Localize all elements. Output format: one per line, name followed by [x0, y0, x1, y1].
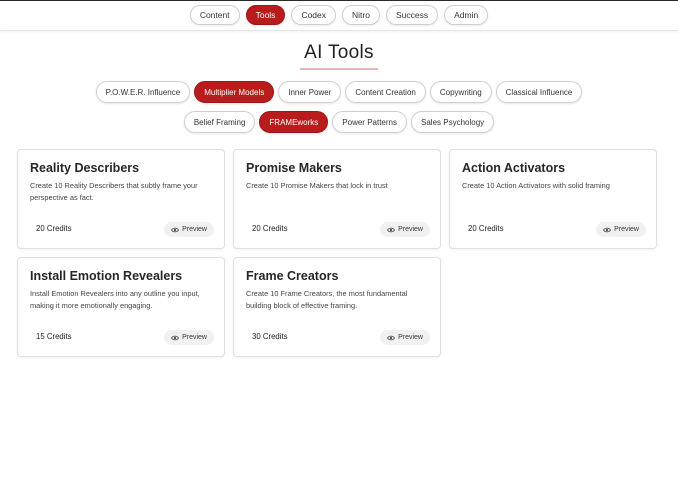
page-header: AI Tools [0, 42, 678, 70]
tool-card-promise-makers[interactable]: Promise Makers Create 10 Promise Makers … [233, 149, 441, 249]
card-credits: 20 Credits [36, 224, 72, 233]
preview-label: Preview [182, 334, 207, 341]
filter-classical-influence[interactable]: Classical Influence [495, 81, 583, 103]
card-title: Reality Describers [30, 161, 140, 175]
filter-inner-power[interactable]: Inner Power [278, 81, 342, 103]
card-title: Install Emotion Revealers [30, 269, 183, 283]
filter-power-patterns[interactable]: Power Patterns [332, 111, 407, 133]
preview-button[interactable]: Preview [380, 330, 430, 345]
tool-card-reality-describers[interactable]: Reality Describers Create 10 Reality Des… [17, 149, 225, 249]
filter-multiplier-models[interactable]: Multiplier Models [194, 81, 275, 103]
nav-content[interactable]: Content [189, 5, 240, 25]
nav-admin[interactable]: Admin [444, 5, 489, 25]
card-description: Create 10 Promise Makers that lock in tr… [246, 181, 388, 190]
filter-copywriting[interactable]: Copywriting [429, 81, 492, 103]
card-credits: 15 Credits [36, 332, 72, 341]
preview-button[interactable]: Preview [380, 222, 430, 237]
card-description: Create 10 Reality Describers that subtly… [30, 181, 198, 202]
tool-card-action-activators[interactable]: Action Activators Create 10 Action Activ… [449, 149, 657, 249]
card-title: Frame Creators [246, 269, 339, 283]
card-description: Create 10 Action Activators with solid f… [462, 181, 610, 190]
card-credits: 20 Credits [468, 224, 504, 233]
nav-nitro[interactable]: Nitro [342, 5, 380, 25]
filter-content-creation[interactable]: Content Creation [345, 81, 426, 103]
preview-button[interactable]: Preview [164, 330, 214, 345]
page-title: AI Tools [300, 42, 378, 70]
eye-icon [387, 335, 396, 340]
filter-row-1: P.O.W.E.R. Influence Multiplier Models I… [0, 81, 678, 103]
eye-icon [171, 227, 180, 232]
card-description: Install Emotion Revealers into any outli… [30, 289, 200, 310]
tool-card-frame-creators[interactable]: Frame Creators Create 10 Frame Creators,… [233, 257, 441, 357]
filter-row-2: Belief Framing FRAMEworks Power Patterns… [0, 111, 678, 133]
filter-power-influence[interactable]: P.O.W.E.R. Influence [95, 81, 191, 103]
eye-icon [387, 227, 396, 232]
eye-icon [171, 335, 180, 340]
card-description: Create 10 Frame Creators, the most funda… [246, 289, 408, 310]
tool-card-install-emotion-revealers[interactable]: Install Emotion Revealers Install Emotio… [17, 257, 225, 357]
preview-button[interactable]: Preview [596, 222, 646, 237]
card-title: Promise Makers [246, 161, 342, 175]
nav-success[interactable]: Success [385, 5, 439, 25]
nav-codex[interactable]: Codex [291, 5, 337, 25]
card-credits: 20 Credits [252, 224, 288, 233]
card-credits: 30 Credits [252, 332, 288, 341]
top-navigation: Content Tools Codex Nitro Success Admin [0, 0, 678, 31]
preview-label: Preview [182, 226, 207, 233]
nav-tools[interactable]: Tools [245, 5, 286, 25]
preview-label: Preview [614, 226, 639, 233]
card-title: Action Activators [462, 161, 566, 175]
filter-belief-framing[interactable]: Belief Framing [183, 111, 256, 133]
filter-frameworks[interactable]: FRAMEworks [259, 111, 329, 133]
preview-label: Preview [398, 334, 423, 341]
preview-label: Preview [398, 226, 423, 233]
filter-sales-psychology[interactable]: Sales Psychology [411, 111, 495, 133]
eye-icon [603, 227, 612, 232]
preview-button[interactable]: Preview [164, 222, 214, 237]
